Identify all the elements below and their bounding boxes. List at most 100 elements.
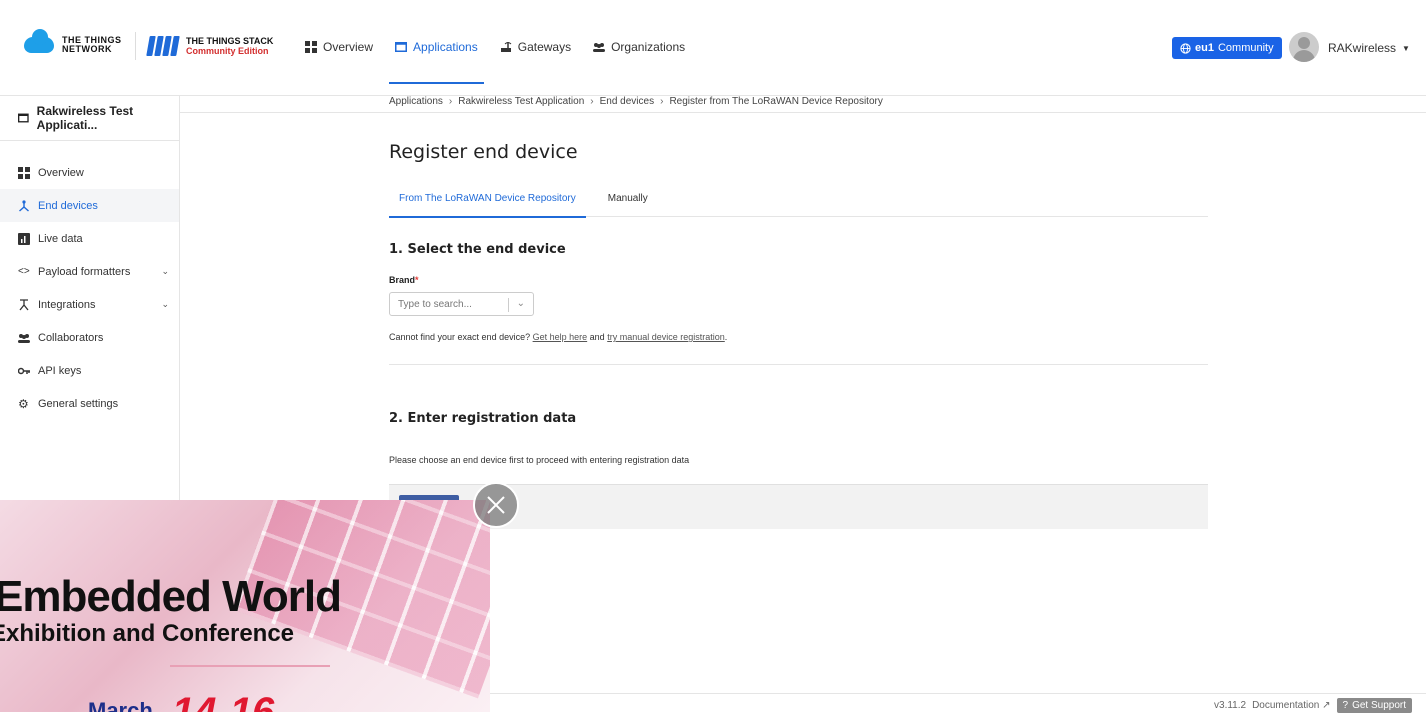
sidebar-item-end-devices[interactable]: End devices [0,189,179,222]
main-nav: Overview Applications Gateways Organizat… [305,40,685,84]
section-divider [389,364,1208,365]
help-prefix: Cannot find your exact end device? [389,332,531,342]
version-label: v3.11.2 [1214,700,1247,711]
stack-bars-icon [146,36,180,56]
top-bar: THE THINGS NETWORK THE THINGS STACK Comm… [0,0,1426,96]
chart-icon [18,232,30,245]
sidebar-item-payload-formatters[interactable]: <> Payload formatters ⌄ [0,255,179,288]
stack-logo-line1: THE THINGS STACK [186,36,274,46]
stack-logo[interactable]: THE THINGS STACK Community Edition [146,36,274,56]
sidebar-item-live-data[interactable]: Live data [0,222,179,255]
nav-label: Applications [413,40,478,54]
sidebar-item-overview[interactable]: Overview [0,156,179,189]
required-mark: * [415,275,419,285]
sidebar-item-label: Integrations [38,298,96,311]
logo-divider [135,32,136,60]
window-icon [395,42,408,52]
sidebar-item-collaborators[interactable]: Collaborators [0,321,179,354]
help-circle-icon: ? [1342,700,1349,711]
promo-title: Embedded World [0,572,342,621]
breadcrumb-application[interactable]: Rakwireless Test Application [458,96,584,107]
nav-gateways[interactable]: Gateways [500,40,571,54]
sidebar-app-title[interactable]: Rakwireless Test Applicati... [0,96,179,141]
breadcrumb-applications[interactable]: Applications [389,96,443,107]
chevron-right-icon: › [590,96,594,107]
help-text: Cannot find your exact end device? Get h… [389,332,727,342]
window-icon [18,113,29,123]
breadcrumb: Applications › Rakwireless Test Applicat… [180,96,1426,113]
cluster-badge[interactable]: eu1 Community [1172,37,1282,59]
brand-label-text: Brand [389,275,416,285]
promo-days: 14-16 [172,690,275,712]
breadcrumb-current: Register from The LoRaWAN Device Reposit… [669,96,883,107]
cloud-icon [24,29,54,53]
promo-month: March [88,698,153,712]
close-icon [487,496,505,514]
sidebar-item-label: Payload formatters [38,265,131,278]
tab-manually[interactable]: Manually [598,193,658,217]
people-icon [593,43,606,52]
get-support-button[interactable]: ? Get Support [1336,698,1412,713]
ttn-logo-line2: NETWORK [62,44,112,54]
cluster-code: eu1 [1195,42,1214,54]
select-divider [508,298,509,312]
manual-registration-link[interactable]: try manual device registration [607,332,725,342]
get-help-link[interactable]: Get help here [533,332,588,342]
caret-down-icon: ▼ [1402,43,1410,53]
avatar[interactable] [1289,32,1319,62]
tab-device-repository[interactable]: From The LoRaWAN Device Repository [389,193,586,218]
sidebar-item-general-settings[interactable]: ⚙ General settings [0,387,179,420]
brand-select[interactable]: Type to search... ⌄ [389,292,534,316]
chevron-right-icon: › [660,96,664,107]
breadcrumb-end-devices[interactable]: End devices [600,96,654,107]
section-select-device-title: 1. Select the end device [389,242,566,257]
promo-overlay[interactable]: Embedded World Exhibition and Conference… [0,500,490,712]
nav-label: Overview [323,40,374,54]
nav-label: Organizations [611,40,686,54]
brand-select-placeholder: Type to search... [398,298,472,310]
sidebar-item-label: Collaborators [38,331,104,344]
documentation-link[interactable]: Documentation ↗ [1252,700,1330,711]
device-icon [19,199,29,212]
sidebar-item-label: End devices [38,199,98,212]
code-icon: <> [18,266,30,277]
grid-icon [305,41,317,53]
people-icon [18,333,30,343]
stack-logo-line2: Community Edition [186,46,269,56]
chevron-down-icon: ⌄ [161,299,169,309]
sidebar-item-label: API keys [38,364,82,377]
sidebar-item-integrations[interactable]: Integrations ⌄ [0,288,179,321]
cluster-label: Community [1217,42,1274,54]
chevron-down-icon: ⌄ [516,298,525,309]
nav-label: Gateways [517,40,572,54]
gateway-icon [500,42,512,52]
nav-overview[interactable]: Overview [305,40,373,54]
user-menu[interactable]: RAKwireless ▼ [1328,41,1410,55]
help-mid: and [589,332,605,342]
sidebar-item-label: Overview [38,166,84,179]
support-label: Get Support [1352,700,1406,711]
promo-subtitle: Exhibition and Conference [0,620,295,647]
sidebar-item-api-keys[interactable]: API keys [0,354,179,387]
globe-icon [1180,42,1191,54]
help-suffix: . [724,332,728,342]
user-name: RAKwireless [1328,41,1397,55]
brand-label: Brand* [389,275,419,285]
gear-icon: ⚙ [18,396,29,411]
documentation-label: Documentation [1252,700,1320,711]
chevron-down-icon: ⌄ [161,266,169,276]
nav-organizations[interactable]: Organizations [593,40,685,54]
register-tabs: From The LoRaWAN Device Repository Manua… [389,193,1208,218]
sidebar-item-label: Live data [38,232,83,245]
ttn-logo[interactable]: THE THINGS NETWORK [24,29,122,54]
nav-applications[interactable]: Applications [389,40,484,84]
close-promo-button[interactable] [473,482,519,528]
key-icon [18,367,30,374]
sidebar-item-label: General settings [38,397,119,410]
integration-icon [19,298,29,310]
grid-icon [18,166,30,179]
chevron-right-icon: › [448,96,453,107]
registration-data-hint: Please choose an end device first to pro… [389,455,690,465]
promo-divider [170,665,330,667]
sidebar-title-label: Rakwireless Test Applicati... [36,104,134,132]
